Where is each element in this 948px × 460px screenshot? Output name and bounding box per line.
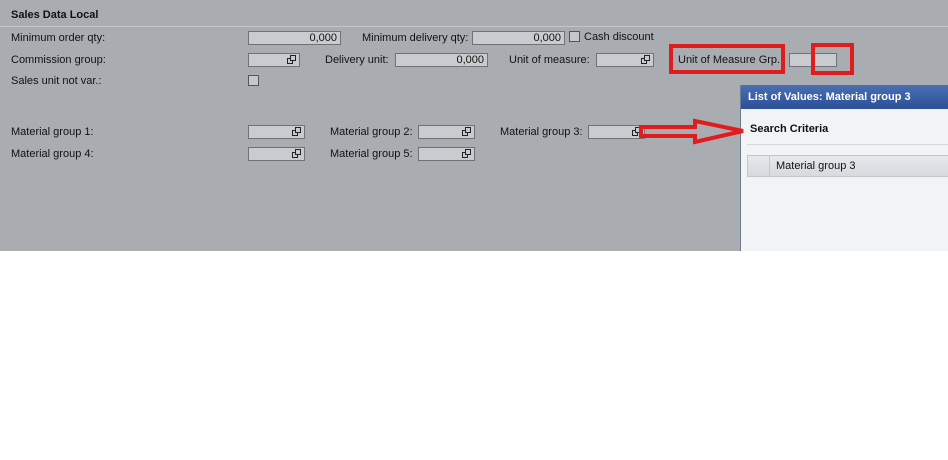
sales-data-panel: Sales Data Local Minimum order qty: 0,00… — [0, 0, 948, 251]
red-arrow-annotation — [639, 118, 744, 145]
